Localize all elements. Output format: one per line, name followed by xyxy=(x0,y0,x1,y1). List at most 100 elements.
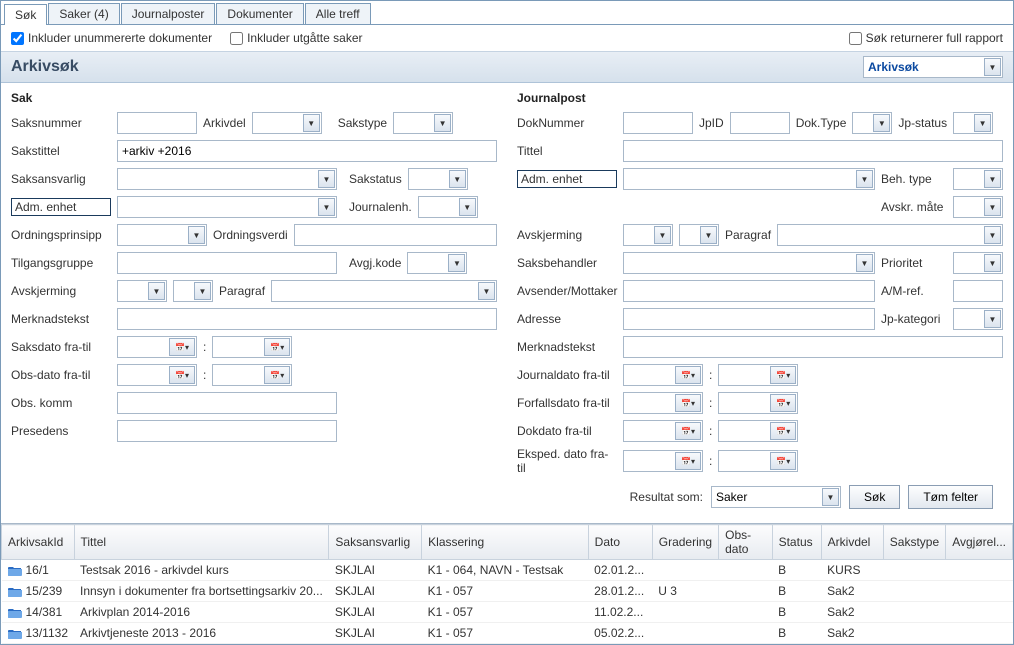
calendar-icon[interactable]: 📅▾ xyxy=(675,394,701,412)
chevron-down-icon[interactable]: ▼ xyxy=(448,254,465,272)
chevron-down-icon[interactable]: ▼ xyxy=(700,226,717,244)
select-avgj-kode[interactable]: ▼ xyxy=(407,252,467,274)
tab-alle-treff[interactable]: Alle treff xyxy=(305,3,371,24)
input-jp-merknad[interactable] xyxy=(623,336,1003,358)
table-row[interactable]: 13/1132Arkivtjeneste 2013 - 2016SKJLAIK1… xyxy=(2,623,1013,644)
select-jp-avsk-2[interactable]: ▼ xyxy=(679,224,719,246)
tab-saker[interactable]: Saker (4) xyxy=(48,3,119,24)
chevron-down-icon[interactable]: ▼ xyxy=(873,114,890,132)
calendar-icon[interactable]: 📅▾ xyxy=(770,422,796,440)
calendar-icon[interactable]: 📅▾ xyxy=(770,394,796,412)
tab-sok[interactable]: Søk xyxy=(4,4,47,25)
input-adresse[interactable] xyxy=(623,308,875,330)
calendar-icon[interactable]: 📅▾ xyxy=(770,366,796,384)
chevron-down-icon[interactable]: ▼ xyxy=(318,170,335,188)
date-journaldato-til[interactable]: 📅▾ xyxy=(718,364,798,386)
calendar-icon[interactable]: 📅▾ xyxy=(675,422,701,440)
col-avgj[interactable]: Avgjørel... xyxy=(946,525,1013,560)
chk-full-rapport-input[interactable] xyxy=(849,32,862,45)
chevron-down-icon[interactable]: ▼ xyxy=(984,310,1001,328)
input-sakstittel[interactable] xyxy=(117,140,497,162)
tab-dokumenter[interactable]: Dokumenter xyxy=(216,3,303,24)
chk-inkluder-utg[interactable]: Inkluder utgåtte saker xyxy=(230,31,362,45)
chevron-down-icon[interactable]: ▼ xyxy=(318,198,335,216)
input-presedens[interactable] xyxy=(117,420,337,442)
chk-inkluder-unum-input[interactable] xyxy=(11,32,24,45)
calendar-icon[interactable]: 📅▾ xyxy=(169,338,195,356)
input-am-ref[interactable] xyxy=(953,280,1003,302)
input-doknummer[interactable] xyxy=(623,112,693,134)
select-saksbehandler[interactable]: ▼ xyxy=(623,252,875,274)
input-obs-komm[interactable] xyxy=(117,392,337,414)
chevron-down-icon[interactable]: ▼ xyxy=(984,170,1001,188)
chevron-down-icon[interactable]: ▼ xyxy=(822,488,839,506)
table-row[interactable]: 16/1Testsak 2016 - arkivdel kursSKJLAIK1… xyxy=(2,560,1013,581)
calendar-icon[interactable]: 📅▾ xyxy=(169,366,195,384)
date-saksdato-fra[interactable]: 📅▾ xyxy=(117,336,197,358)
col-saksansvarlig[interactable]: Saksansvarlig xyxy=(329,525,422,560)
date-forfallsdato-fra[interactable]: 📅▾ xyxy=(623,392,703,414)
input-saksnummer[interactable] xyxy=(117,112,197,134)
btn-sok[interactable]: Søk xyxy=(849,485,900,509)
select-adm-enhet[interactable]: ▼ xyxy=(117,196,337,218)
date-ekspeddato-til[interactable]: 📅▾ xyxy=(718,450,798,472)
select-jp-adm-enhet[interactable]: ▼ xyxy=(623,168,875,190)
chevron-down-icon[interactable]: ▼ xyxy=(856,170,873,188)
select-avskjerming-1[interactable]: ▼ xyxy=(117,280,167,302)
date-forfallsdato-til[interactable]: 📅▾ xyxy=(718,392,798,414)
chevron-down-icon[interactable]: ▼ xyxy=(984,198,1001,216)
select-beh-type[interactable]: ▼ xyxy=(953,168,1003,190)
header-select[interactable]: ▼ xyxy=(863,56,1003,78)
col-dato[interactable]: Dato xyxy=(588,525,652,560)
chevron-down-icon[interactable]: ▼ xyxy=(459,198,476,216)
chevron-down-icon[interactable]: ▼ xyxy=(654,226,671,244)
chevron-down-icon[interactable]: ▼ xyxy=(148,282,165,300)
select-resultat-som[interactable]: ▼ xyxy=(711,486,841,508)
col-tittel[interactable]: Tittel xyxy=(74,525,329,560)
col-sakstype[interactable]: Sakstype xyxy=(883,525,945,560)
select-paragraf[interactable]: ▼ xyxy=(271,280,497,302)
select-jp-avsk-1[interactable]: ▼ xyxy=(623,224,673,246)
date-obsdato-til[interactable]: 📅▾ xyxy=(212,364,292,386)
chevron-down-icon[interactable]: ▼ xyxy=(188,226,205,244)
chevron-down-icon[interactable]: ▼ xyxy=(303,114,320,132)
select-doktype[interactable]: ▼ xyxy=(852,112,892,134)
chevron-down-icon[interactable]: ▼ xyxy=(974,114,991,132)
select-avskjerming-2[interactable]: ▼ xyxy=(173,280,213,302)
input-tilgangsgruppe[interactable] xyxy=(117,252,337,274)
date-dokdato-til[interactable]: 📅▾ xyxy=(718,420,798,442)
chk-inkluder-unum[interactable]: Inkluder unummererte dokumenter xyxy=(11,31,212,45)
chevron-down-icon[interactable]: ▼ xyxy=(984,254,1001,272)
input-jp-tittel[interactable] xyxy=(623,140,1003,162)
select-sakstatus[interactable]: ▼ xyxy=(408,168,468,190)
select-jp-kategori[interactable]: ▼ xyxy=(953,308,1003,330)
calendar-icon[interactable]: 📅▾ xyxy=(264,366,290,384)
chevron-down-icon[interactable]: ▼ xyxy=(984,58,1001,76)
col-arkivdel[interactable]: Arkivdel xyxy=(821,525,883,560)
lbl-adm-enhet[interactable]: Adm. enhet xyxy=(11,198,111,216)
chk-inkluder-utg-input[interactable] xyxy=(230,32,243,45)
select-sakstype[interactable]: ▼ xyxy=(393,112,453,134)
input-ordningsverdi[interactable] xyxy=(294,224,497,246)
input-jpid[interactable] xyxy=(730,112,790,134)
select-arkivdel[interactable]: ▼ xyxy=(252,112,322,134)
chevron-down-icon[interactable]: ▼ xyxy=(434,114,451,132)
chevron-down-icon[interactable]: ▼ xyxy=(856,254,873,272)
table-row[interactable]: 15/239Innsyn i dokumenter fra bortsettin… xyxy=(2,581,1013,602)
col-status[interactable]: Status xyxy=(772,525,821,560)
header-select-input[interactable] xyxy=(863,56,1003,78)
lbl-jp-adm-enhet[interactable]: Adm. enhet xyxy=(517,170,617,188)
table-row[interactable]: 14/381Arkivplan 2014-2016SKJLAIK1 - 0571… xyxy=(2,602,1013,623)
select-avskr-mate[interactable]: ▼ xyxy=(953,196,1003,218)
chevron-down-icon[interactable]: ▼ xyxy=(194,282,211,300)
date-journaldato-fra[interactable]: 📅▾ xyxy=(623,364,703,386)
calendar-icon[interactable]: 📅▾ xyxy=(264,338,290,356)
select-jp-paragraf[interactable]: ▼ xyxy=(777,224,1003,246)
date-ekspeddato-fra[interactable]: 📅▾ xyxy=(623,450,703,472)
date-saksdato-til[interactable]: 📅▾ xyxy=(212,336,292,358)
select-journalenh[interactable]: ▼ xyxy=(418,196,478,218)
chevron-down-icon[interactable]: ▼ xyxy=(478,282,495,300)
calendar-icon[interactable]: 📅▾ xyxy=(675,452,701,470)
input-avsender[interactable] xyxy=(623,280,875,302)
input-merknadstekst[interactable] xyxy=(117,308,497,330)
